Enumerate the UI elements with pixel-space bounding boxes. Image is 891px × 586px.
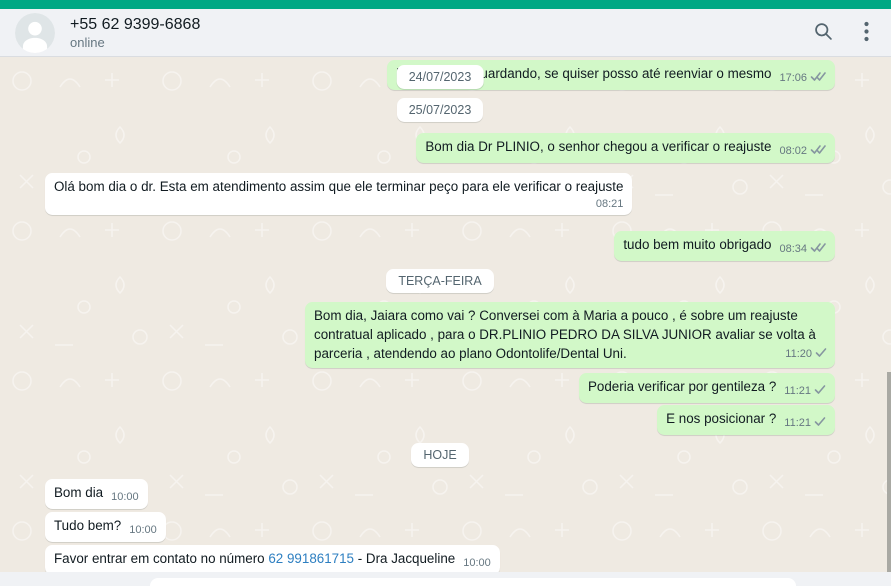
message-text-segment: - Dra Jacqueline [354, 551, 456, 566]
message-row: Poderia verificar por gentileza ? 11:21 [45, 373, 835, 403]
message-time: 10:00 [129, 524, 157, 536]
message-text: Tudo bem? [54, 518, 122, 533]
outgoing-message-bubble[interactable]: Bom dia Dr PLINIO, o senhor chegou a ver… [416, 133, 835, 163]
chat-scroll-area[interactable]: bem ficarei aguardando, se quiser posso … [0, 57, 891, 572]
app-accent-strip [0, 0, 891, 9]
contact-status: online [70, 35, 105, 50]
message-time: 08:21 [595, 198, 624, 210]
incoming-message-bubble[interactable]: Tudo bem? 10:00 [45, 512, 166, 542]
message-row: Bom dia Dr PLINIO, o senhor chegou a ver… [45, 133, 835, 163]
check-icon [814, 417, 826, 429]
incoming-message-bubble[interactable]: Bom dia 10:00 [45, 479, 148, 509]
date-chip: 24/07/2023 [396, 65, 484, 89]
message-row: Favor entrar em contato no número 62 991… [45, 545, 835, 572]
default-avatar-icon [15, 12, 55, 53]
message-text: E nos posicionar ? [666, 411, 777, 426]
check-icon [815, 348, 827, 360]
message-time: 11:20 [785, 348, 812, 360]
search-button[interactable] [811, 19, 836, 47]
message-meta: 10:00 [463, 557, 491, 569]
message-time: 10:00 [463, 557, 491, 569]
contact-info[interactable]: +55 62 9399-6868 online [70, 14, 811, 51]
message-row: Olá bom dia o dr. Esta em atendimento as… [45, 173, 835, 215]
message-row: Bom dia, Jaiara como vai ? Conversei com… [45, 302, 835, 368]
message-input[interactable] [150, 578, 796, 586]
message-row: Bom dia 10:00 [45, 479, 835, 509]
message-text: Favor entrar em contato no número 62 991… [54, 551, 455, 566]
date-row: TERÇA-FEIRA [45, 269, 835, 293]
date-chip: TERÇA-FEIRA [386, 269, 494, 293]
double-check-icon [810, 145, 826, 157]
message-meta: 10:00 [129, 524, 157, 536]
message-text: Olá bom dia o dr. Esta em atendimento as… [54, 179, 624, 194]
header-actions [811, 19, 871, 47]
menu-button[interactable] [862, 19, 871, 47]
double-check-icon [810, 243, 826, 255]
message-text-segment: Favor entrar em contato no número [54, 551, 269, 566]
message-meta: 08:21 [54, 198, 624, 210]
scrollbar[interactable] [887, 372, 891, 572]
message-time: 10:00 [111, 491, 139, 503]
message-text: Bom dia, Jaiara como vai ? Conversei com… [314, 308, 816, 361]
double-check-icon [810, 72, 826, 84]
composer-bar [0, 572, 891, 586]
outgoing-message-bubble[interactable]: Bom dia, Jaiara como vai ? Conversei com… [305, 302, 835, 368]
message-time: 11:21 [784, 417, 811, 429]
outgoing-message-bubble[interactable]: tudo bem muito obrigado 08:34 [614, 231, 835, 261]
incoming-message-bubble[interactable]: Favor entrar em contato no número 62 991… [45, 545, 500, 572]
check-icon [814, 385, 826, 397]
message-time: 11:21 [784, 385, 811, 397]
incoming-message-bubble[interactable]: Olá bom dia o dr. Esta em atendimento as… [45, 173, 633, 215]
message-row: bem ficarei aguardando, se quiser posso … [45, 60, 835, 90]
message-meta: 08:34 [779, 243, 826, 255]
whatsapp-chat-window: +55 62 9399-6868 online bem ficarei agua… [0, 0, 891, 586]
message-meta: 11:20 [785, 345, 827, 364]
search-icon [813, 21, 834, 45]
date-chip: 25/07/2023 [396, 98, 484, 122]
message-row: Tudo bem? 10:00 [45, 512, 835, 542]
message-row: tudo bem muito obrigado 08:34 [45, 231, 835, 261]
outgoing-message-bubble[interactable]: E nos posicionar ? 11:21 [657, 405, 835, 435]
message-text: tudo bem muito obrigado [623, 237, 772, 252]
contact-name: +55 62 9399-6868 [70, 16, 201, 33]
message-meta: 10:00 [111, 491, 139, 503]
message-list: bem ficarei aguardando, se quiser posso … [0, 57, 891, 572]
outgoing-message-bubble[interactable]: Poderia verificar por gentileza ? 11:21 [578, 373, 835, 403]
date-row: 25/07/2023 [45, 98, 835, 122]
message-meta: 11:21 [784, 385, 826, 397]
contact-avatar[interactable] [15, 12, 55, 53]
message-meta: 08:02 [779, 145, 826, 157]
kebab-menu-icon [864, 21, 869, 45]
message-text: Bom dia Dr PLINIO, o senhor chegou a ver… [425, 139, 772, 154]
message-time: 08:34 [779, 243, 807, 255]
date-chip: HOJE [411, 443, 469, 467]
phone-number-link[interactable]: 62 991861715 [268, 551, 354, 566]
message-meta: 11:21 [784, 417, 826, 429]
date-row: HOJE [45, 443, 835, 467]
message-text: Bom dia [54, 485, 104, 500]
message-text: Poderia verificar por gentileza ? [587, 379, 777, 394]
message-time: 17:06 [779, 72, 807, 84]
message-time: 08:02 [779, 145, 807, 157]
message-meta: 17:06 [779, 72, 826, 84]
chat-header: +55 62 9399-6868 online [0, 9, 891, 57]
message-row: E nos posicionar ? 11:21 [45, 405, 835, 435]
